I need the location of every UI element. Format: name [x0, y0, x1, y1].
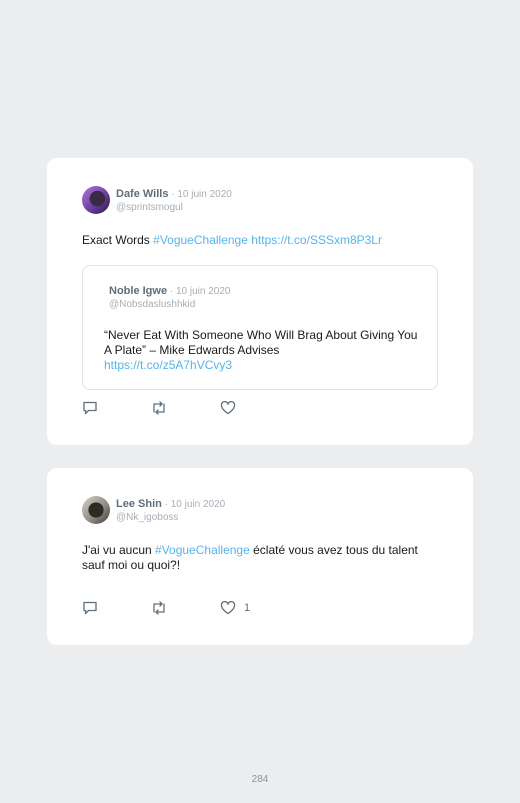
quoted-author-handle[interactable]: @Nobsdaslushhkid: [109, 298, 230, 311]
heart-icon: [220, 401, 236, 415]
author-name[interactable]: Dafe Wills: [116, 188, 168, 200]
quoted-tweet-text: “Never Eat With Someone Who Will Brag Ab…: [104, 328, 424, 373]
reply-button[interactable]: [82, 401, 98, 415]
quoted-tweet-header: Noble Igwe · 10 juin 2020 @Nobsdaslushhk…: [109, 283, 230, 311]
retweet-icon: [150, 601, 168, 615]
hashtag-link[interactable]: #VogueChallenge: [153, 233, 248, 247]
reply-icon: [82, 401, 98, 415]
retweet-button[interactable]: [150, 601, 168, 615]
tweet-card: Dafe Wills · 10 juin 2020 @sprintsmogul …: [47, 158, 473, 445]
quoted-author-name[interactable]: Noble Igwe: [109, 285, 167, 297]
separator: ·: [167, 286, 176, 297]
tweet-header: Dafe Wills · 10 juin 2020 @sprintsmogul: [82, 186, 232, 214]
quoted-tweet[interactable]: Noble Igwe · 10 juin 2020 @Nobsdaslushhk…: [82, 265, 438, 390]
tweet-date[interactable]: 10 juin 2020: [177, 189, 232, 200]
tweet-date[interactable]: 10 juin 2020: [171, 499, 226, 510]
like-button[interactable]: [220, 401, 244, 415]
heart-icon: [220, 601, 236, 615]
avatar[interactable]: [82, 496, 110, 524]
reply-icon: [82, 601, 98, 615]
tweet-card: Lee Shin · 10 juin 2020 @Nk_igoboss J'ai…: [47, 468, 473, 645]
like-button[interactable]: 1: [220, 601, 250, 615]
tweet-text: J'ai vu aucun #VogueChallenge éclaté vou…: [82, 543, 427, 573]
tweet-text: Exact Words #VogueChallenge https://t.co…: [82, 233, 442, 248]
retweet-icon: [150, 401, 168, 415]
separator: ·: [161, 499, 171, 510]
tweet-text-before: J'ai vu aucun: [82, 543, 156, 557]
tweet-text-plain: Exact Words: [82, 233, 154, 247]
tweet-actions: [82, 401, 296, 415]
quoted-text-plain: “Never Eat With Someone Who Will Brag Ab…: [104, 328, 418, 357]
reply-button[interactable]: [82, 601, 98, 615]
tweet-actions: 1: [82, 601, 302, 615]
retweet-button[interactable]: [150, 401, 168, 415]
author-handle[interactable]: @sprintsmogul: [116, 201, 232, 214]
like-count: 1: [244, 602, 251, 614]
author-handle[interactable]: @Nk_igoboss: [116, 511, 225, 524]
hashtag-link[interactable]: #VogueChallenge: [155, 543, 250, 557]
quoted-url-link[interactable]: https://t.co/z5A7hVCvy3: [104, 358, 232, 372]
avatar[interactable]: [82, 186, 110, 214]
page-number: 284: [251, 774, 269, 785]
author-name[interactable]: Lee Shin: [116, 498, 162, 510]
tweet-header: Lee Shin · 10 juin 2020 @Nk_igoboss: [82, 496, 225, 524]
url-link[interactable]: https://t.co/SSSxm8P3Lr: [251, 233, 382, 247]
quoted-tweet-date[interactable]: 10 juin 2020: [176, 286, 231, 297]
